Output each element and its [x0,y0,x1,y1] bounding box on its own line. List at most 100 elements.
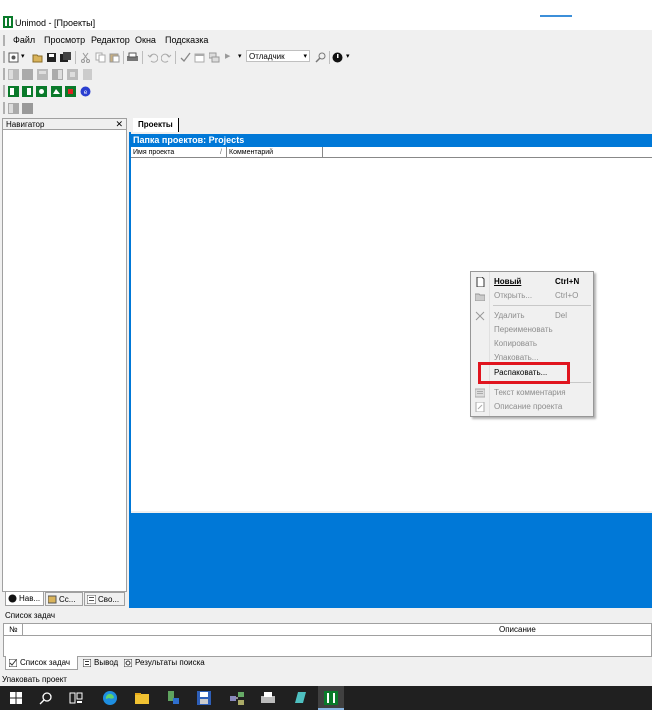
task-column-description[interactable]: Описание [499,624,536,636]
run-icon[interactable]: ▶ [225,52,236,63]
tab-links[interactable]: Сс... [45,592,83,606]
context-item-project-description-label: Описание проекта [494,402,563,411]
extra-icon-1[interactable] [8,103,19,114]
undo-icon[interactable] [147,52,158,63]
layout-icon-6[interactable] [82,69,93,80]
notes-app-icon[interactable] [292,690,308,706]
edge-browser-icon[interactable] [102,690,118,706]
toolbar-grip [3,51,5,63]
layout-icon-1[interactable] [8,69,19,80]
tab-projects[interactable]: Проекты [133,118,179,132]
tab-search-results[interactable]: Результаты поиска [121,656,211,670]
toolbar-separator [142,51,143,64]
menu-help[interactable]: Подсказка [165,35,208,45]
context-item-copy-label: Копировать [494,339,538,348]
context-item-new[interactable]: Новый Ctrl+N [471,275,593,289]
network-app-icon[interactable] [229,690,245,706]
floppy-app-icon[interactable] [196,690,212,706]
projects-tabbar: Проекты [130,118,652,132]
output-tab-icon [83,659,91,667]
tab-links-label: Сс... [59,595,76,604]
dropdown-arrow-icon[interactable]: ▾ [21,52,32,63]
automaton-icon-2[interactable] [22,86,33,97]
save-icon[interactable] [46,52,57,63]
context-item-rename[interactable]: Переименовать [471,323,593,337]
copy-icon[interactable] [95,52,106,63]
automaton-icon-5[interactable] [65,86,76,97]
menu-bar: Файл Просмотр Редактор Окна Подсказка [0,33,652,48]
column-project-name[interactable]: Имя проекта / [131,147,227,157]
layout-icon-2[interactable] [22,69,33,80]
navigator-tab-icon [8,594,17,603]
new-doc-icon [476,277,485,287]
navigator-panel: Навигатор ✕ Нав... Сс... Сво... [2,118,127,608]
tab-output-label: Вывод [94,658,119,667]
cut-icon[interactable] [80,52,91,63]
search-icon[interactable] [38,690,54,706]
layers-icon[interactable] [209,52,220,63]
context-item-comment-text[interactable]: Текст комментария [471,386,593,400]
column-comment[interactable]: Комментарий [227,147,323,157]
navigator-tabs: Нав... Сс... Сво... [2,592,127,608]
task-view-icon[interactable] [68,690,84,706]
tab-properties[interactable]: Сво... [84,592,125,606]
context-item-delete[interactable]: Удалить Del [471,309,593,323]
description-icon [475,402,485,412]
context-item-open-shortcut: Ctrl+O [555,291,579,300]
task-list-grid[interactable]: № Описание [3,623,652,657]
context-item-new-label: Новый [494,277,522,286]
navigator-header: Навигатор ✕ [2,118,127,130]
menu-view[interactable]: Просмотр [44,35,85,45]
comment-icon [475,388,485,398]
extra-icon-2[interactable] [22,103,33,114]
task-column-number[interactable]: № [9,624,18,636]
context-item-copy[interactable]: Копировать [471,337,593,351]
check-icon[interactable] [180,52,191,63]
sort-indicator-icon: / [220,149,222,156]
layout-icon-3[interactable] [37,69,48,80]
menu-windows[interactable]: Окна [135,35,156,45]
open-folder-icon[interactable] [32,52,43,63]
layout-icon-4[interactable] [52,69,63,80]
search-results-tab-icon [124,659,132,667]
tab-navigator[interactable]: Нав... [5,592,44,606]
calendar-icon[interactable] [194,52,205,63]
redo-icon[interactable] [161,52,172,63]
tab-navigator-label: Нав... [19,594,41,603]
print-icon[interactable] [127,52,138,63]
context-item-open[interactable]: Открыть... Ctrl+O [471,289,593,303]
context-item-rename-label: Переименовать [494,325,553,334]
navigator-tree[interactable] [2,130,127,592]
context-item-delete-label: Удалить [494,311,525,320]
app-tool-icon[interactable] [165,690,181,706]
file-explorer-icon[interactable] [134,690,150,706]
context-item-project-description[interactable]: Описание проекта [471,400,593,414]
windows-start-icon[interactable] [8,690,24,706]
toolbar-separator [123,51,124,64]
toolbar-separator [175,51,176,64]
config-combo[interactable]: Отладчик ▾ [246,50,310,62]
printer-app-icon[interactable] [260,690,276,706]
automaton-icon-4[interactable] [51,86,62,97]
column-divider [22,624,23,636]
menu-editor[interactable]: Редактор [91,35,130,45]
wrench-icon[interactable] [315,52,326,63]
tab-properties-label: Сво... [98,595,120,604]
menu-file[interactable]: Файл [13,35,35,45]
links-tab-icon [48,595,57,604]
tab-task-list[interactable]: Список задач [5,656,78,670]
automaton-icon-6[interactable]: e [80,86,91,97]
automaton-icon-1[interactable] [8,86,19,97]
automata-toolbar: e [0,83,652,100]
close-icon[interactable]: ✕ [115,119,123,130]
layout-icon-5[interactable] [67,69,78,80]
new-project-icon[interactable] [8,52,19,63]
debug-circle-icon[interactable] [332,52,343,63]
debug-dropdown-arrow-icon[interactable]: ▾ [346,52,357,63]
save-all-icon[interactable] [60,52,71,63]
paste-icon[interactable] [109,52,120,63]
tab-output[interactable]: Вывод [80,656,120,670]
toolbar-grip [3,102,5,114]
unimod-taskbar-icon[interactable] [323,690,339,706]
automaton-icon-3[interactable] [36,86,47,97]
